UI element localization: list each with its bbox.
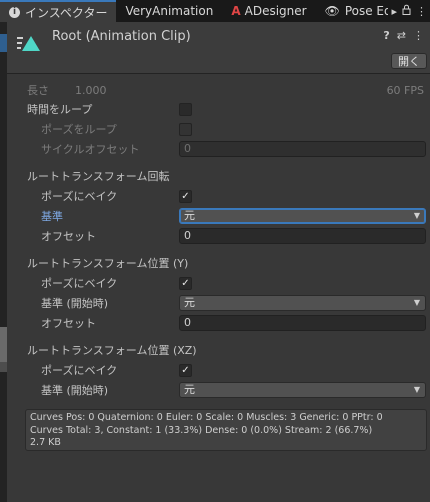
- root-position-xz-basis-label: 基準 (開始時): [41, 384, 109, 397]
- clip-size: 2.7 KB: [30, 437, 61, 448]
- loop-time-row: 時間をループ: [7, 100, 430, 118]
- root-rotation-basis-label: 基準: [41, 210, 63, 223]
- root-rotation-offset-field[interactable]: 0: [179, 228, 426, 244]
- tab-inspector[interactable]: i インスペクター: [0, 0, 117, 22]
- curves-info-box: Curves Pos: 0 Quaternion: 0 Euler: 0 Sca…: [25, 409, 427, 451]
- root-position-y-title: ルートトランスフォーム位置 (Y): [27, 257, 189, 270]
- root-position-y-header: ルートトランスフォーム位置 (Y): [7, 254, 430, 272]
- info-icon: i: [9, 6, 20, 18]
- length-value: 1.000: [75, 83, 107, 97]
- adesigner-icon: A: [231, 4, 241, 18]
- root-rotation-basis-select[interactable]: 元 ▼: [179, 208, 426, 224]
- root-rotation-bake-label: ポーズにベイク: [41, 190, 118, 203]
- loop-pose-checkbox[interactable]: [179, 122, 192, 136]
- left-panel-strip: [0, 22, 7, 502]
- root-rotation-bake-checkbox[interactable]: ✓: [179, 189, 192, 203]
- tab-bar: i インスペクター VeryAnimation A ADesigner 👁 Po…: [0, 0, 430, 22]
- help-icon[interactable]: ?: [383, 29, 389, 42]
- cycle-offset-field[interactable]: 0: [179, 141, 426, 157]
- loop-pose-row: ポーズをループ: [7, 120, 430, 138]
- root-rotation-bake-row: ポーズにベイク ✓: [7, 187, 430, 205]
- root-rotation-basis-row: 基準 元 ▼: [7, 207, 430, 225]
- tab-adesigner[interactable]: A ADesigner: [222, 0, 315, 22]
- dropdown-arrow-icon: ▼: [413, 211, 420, 220]
- header-icons: ? ⇄ ⋮: [383, 29, 424, 42]
- loop-pose-label: ポーズをループ: [41, 123, 117, 136]
- open-button[interactable]: 開く: [391, 53, 427, 69]
- length-row: 長さ 1.000 60 FPS: [7, 81, 430, 99]
- cycle-offset-row: サイクルオフセット 0: [7, 140, 430, 158]
- root-position-xz-bake-label: ポーズにベイク: [41, 364, 118, 377]
- inspector-content: 長さ 1.000 60 FPS 時間をループ ポーズをループ サイクルオフセット…: [7, 75, 430, 502]
- root-position-y-basis-row: 基準 (開始時) 元 ▼: [7, 294, 430, 312]
- lock-icon[interactable]: [402, 4, 411, 18]
- root-position-y-basis-select[interactable]: 元 ▼: [179, 295, 426, 311]
- root-rotation-title: ルートトランスフォーム回転: [27, 170, 170, 183]
- tab-veryanimation[interactable]: VeryAnimation: [116, 0, 222, 22]
- root-position-xz-title: ルートトランスフォーム位置 (XZ): [27, 344, 197, 357]
- dropdown-arrow-icon: ▼: [413, 385, 420, 394]
- empty-area: [7, 455, 430, 502]
- preset-icon[interactable]: ⇄: [397, 29, 406, 42]
- page-title: Root (Animation Clip): [52, 29, 191, 44]
- root-position-y-bake-row: ポーズにベイク ✓: [7, 274, 430, 292]
- root-rotation-header: ルートトランスフォーム回転: [7, 167, 430, 185]
- root-position-xz-basis-row: 基準 (開始時) 元 ▼: [7, 381, 430, 399]
- root-position-xz-bake-checkbox[interactable]: ✓: [179, 363, 192, 377]
- animation-clip-icon: [17, 36, 40, 51]
- length-label: 長さ: [27, 84, 49, 97]
- inspector-window: i インスペクター VeryAnimation A ADesigner 👁 Po…: [0, 0, 430, 502]
- root-position-y-offset-row: オフセット 0: [7, 314, 430, 332]
- curves-info-line: Curves Pos: 0 Quaternion: 0 Euler: 0 Sca…: [30, 412, 383, 423]
- fps-value: 60 FPS: [386, 83, 424, 97]
- eye-icon: 👁: [324, 4, 340, 18]
- tab-menu-icon[interactable]: ⋮: [416, 5, 427, 18]
- loop-time-label: 時間をループ: [27, 103, 93, 116]
- root-position-y-basis-label: 基準 (開始時): [41, 297, 109, 310]
- root-position-y-bake-label: ポーズにベイク: [41, 277, 118, 290]
- curves-info-line: Curves Total: 3, Constant: 1 (33.3%) Den…: [30, 424, 373, 436]
- root-rotation-offset-label: オフセット: [41, 230, 96, 243]
- root-position-y-offset-field[interactable]: 0: [179, 315, 426, 331]
- root-position-y-bake-checkbox[interactable]: ✓: [179, 276, 192, 290]
- loop-time-checkbox[interactable]: [179, 102, 192, 116]
- component-menu-icon[interactable]: ⋮: [413, 29, 424, 42]
- root-position-y-offset-label: オフセット: [41, 317, 96, 330]
- root-position-xz-header: ルートトランスフォーム位置 (XZ): [7, 341, 430, 359]
- root-position-xz-basis-select[interactable]: 元 ▼: [179, 382, 426, 398]
- dropdown-arrow-icon: ▼: [413, 298, 420, 307]
- inspector-header: Root (Animation Clip) ? ⇄ ⋮ 開く: [7, 22, 430, 74]
- root-position-xz-bake-row: ポーズにベイク ✓: [7, 361, 430, 379]
- root-rotation-offset-row: オフセット 0: [7, 227, 430, 245]
- more-tabs-icon[interactable]: ▸: [391, 5, 397, 18]
- cycle-offset-label: サイクルオフセット: [41, 143, 140, 156]
- tabbar-controls: ▸ ⋮: [388, 0, 430, 22]
